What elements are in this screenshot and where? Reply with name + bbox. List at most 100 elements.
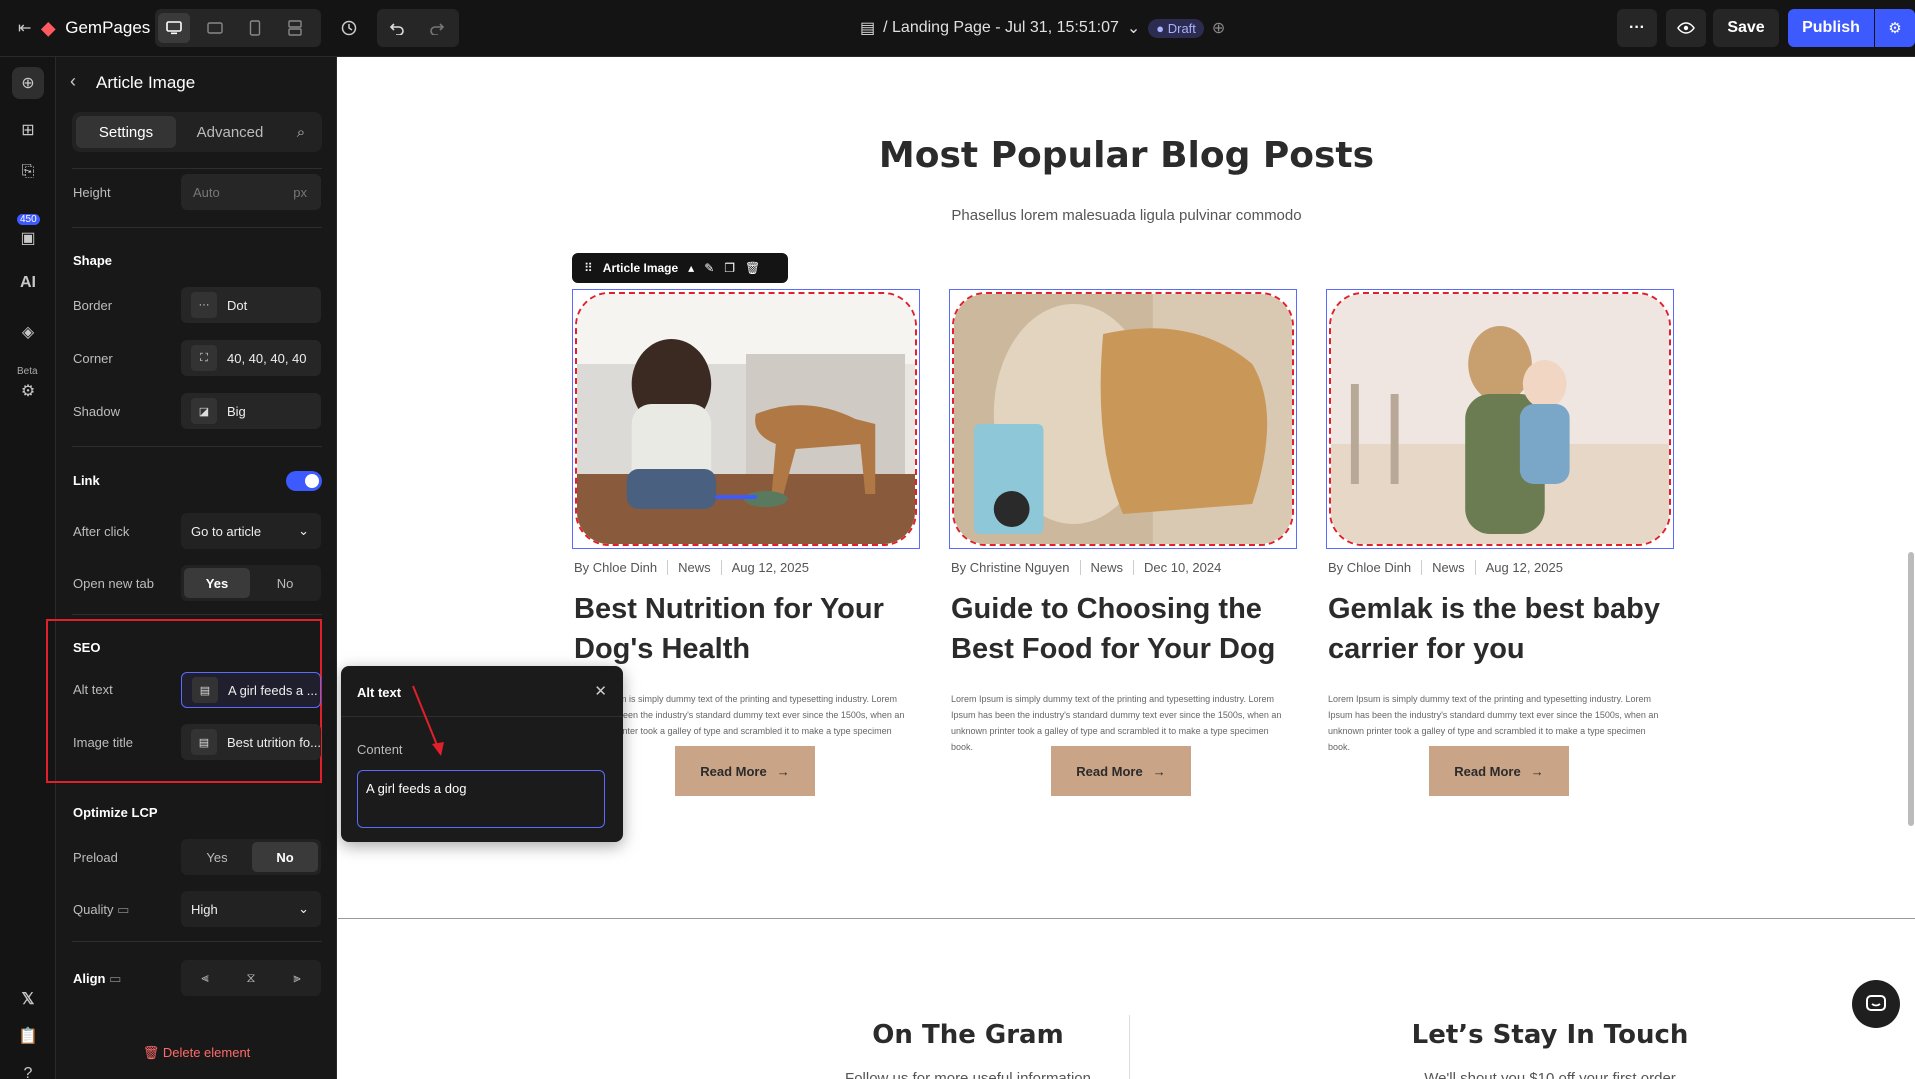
read-more-button[interactable]: Read More → <box>1051 746 1191 796</box>
preload-yes-button[interactable]: Yes <box>184 842 250 872</box>
new-tab-no-button[interactable]: No <box>252 568 318 598</box>
layers-icon[interactable]: ◈ <box>12 316 44 348</box>
preview-eye-icon[interactable] <box>1666 9 1706 47</box>
selected-element-label: Article Image <box>602 261 679 275</box>
post-category[interactable]: News <box>1079 560 1134 575</box>
save-button[interactable]: Save <box>1713 9 1779 47</box>
blog-card: By Chloe Dinh News Aug 12, 2025 Gemlak i… <box>1326 289 1674 796</box>
article-image-selected[interactable] <box>572 289 920 549</box>
preload-segmented: Yes No <box>181 839 321 875</box>
tab-settings[interactable]: Settings <box>76 116 176 148</box>
read-more-label: Read More <box>1454 763 1521 779</box>
text-content-icon: ▤ <box>192 677 218 703</box>
border-select[interactable]: ··· Dot <box>181 287 321 323</box>
height-unit: px <box>293 184 307 200</box>
theme-icon[interactable]: ⚙ <box>12 375 44 407</box>
resize-handle[interactable] <box>715 495 757 499</box>
layout-icon[interactable] <box>279 13 311 43</box>
exit-icon[interactable]: ⇤ <box>18 18 31 38</box>
settings-panel: ‹ Article Image Settings Advanced ⌕ Heig… <box>46 57 337 1079</box>
quality-label-text: Quality <box>73 902 114 917</box>
new-tab-yes-button[interactable]: Yes <box>184 568 250 598</box>
undo-icon[interactable] <box>381 13 413 43</box>
post-category[interactable]: News <box>667 560 721 575</box>
stay-in-touch-title: Let’s Stay In Touch <box>1411 1020 1689 1050</box>
post-category[interactable]: News <box>1421 560 1475 575</box>
search-icon[interactable]: ⌕ <box>284 116 318 148</box>
section-subheading: Phasellus lorem malesuada ligula pulvina… <box>951 207 1302 224</box>
drag-handle-icon[interactable]: ⠿ <box>584 261 593 275</box>
article-image-frame[interactable] <box>949 289 1297 549</box>
quality-select[interactable]: High ⌄ <box>181 891 321 927</box>
on-the-gram-title: On The Gram <box>872 1020 1064 1050</box>
desktop-icon[interactable] <box>158 13 190 43</box>
chevron-down-icon: ⌄ <box>298 901 309 916</box>
back-chevron-icon[interactable]: ‹ <box>70 71 76 92</box>
dotted-line-icon: ··· <box>191 292 217 318</box>
globe-icon[interactable]: ⊕ <box>1212 18 1225 38</box>
align-segmented: ⫷ ⧖ ⫸ <box>181 960 321 996</box>
brand[interactable]: ⇤ ◆ GemPages 7 <box>18 14 164 42</box>
redo-icon[interactable] <box>421 13 453 43</box>
history-icon[interactable] <box>335 14 363 42</box>
add-element-icon[interactable]: ⊕ <box>12 67 44 99</box>
optimize-lcp-title: Optimize LCP <box>73 805 158 820</box>
after-click-select[interactable]: Go to article ⌄ <box>181 513 321 549</box>
elements-grid-icon[interactable]: ⊞ <box>12 114 44 146</box>
duplicate-icon[interactable]: ❐ <box>724 261 735 275</box>
page-title-selector[interactable]: ▤ / Landing Page - Jul 31, 15:51:07 ⌄ ● … <box>860 14 1225 42</box>
section-heading: Most Popular Blog Posts <box>878 135 1375 176</box>
sections-icon[interactable]: ▣ <box>12 222 44 254</box>
publish-button[interactable]: Publish <box>1788 9 1874 47</box>
page-canvas: Most Popular Blog Posts Phasellus lorem … <box>338 57 1915 1079</box>
more-options-icon[interactable]: ··· <box>1617 9 1657 47</box>
pages-icon[interactable]: ⎘ <box>12 156 44 188</box>
post-author: By Christine Nguyen <box>951 560 1070 575</box>
shadow-select[interactable]: ◪ Big <box>181 393 321 429</box>
clipboard-icon[interactable]: 📋 <box>12 1020 44 1052</box>
caret-up-icon[interactable]: ▴ <box>688 261 694 275</box>
blog-card: By Chloe Dinh News Aug 12, 2025 Best Nut… <box>572 289 920 796</box>
tab-advanced[interactable]: Advanced <box>180 116 280 148</box>
tablet-landscape-icon[interactable] <box>199 13 231 43</box>
trash-icon[interactable]: 🗑 <box>745 261 760 275</box>
border-label: Border <box>73 298 113 313</box>
post-title[interactable]: Best Nutrition for Your Dog's Health <box>574 589 914 669</box>
delete-element-button[interactable]: 🗑 Delete element <box>56 1045 337 1061</box>
close-icon[interactable]: ✕ <box>594 682 607 700</box>
divider <box>72 614 322 615</box>
post-title[interactable]: Gemlak is the best baby carrier for you <box>1328 589 1668 669</box>
image-title-field[interactable]: ▤ Best utrition fo... <box>181 724 321 760</box>
mobile-icon[interactable] <box>239 13 271 43</box>
post-title[interactable]: Guide to Choosing the Best Food for Your… <box>951 589 1291 669</box>
ai-icon[interactable]: AI <box>12 267 44 299</box>
read-more-button[interactable]: Read More → <box>675 746 815 796</box>
chevron-down-icon: ⌄ <box>298 523 309 538</box>
chat-icon[interactable] <box>1852 980 1900 1028</box>
align-right-icon[interactable]: ⫸ <box>275 963 319 993</box>
ai-edit-icon[interactable]: ✎ <box>704 261 714 275</box>
corner-input[interactable]: ⛶ 40, 40, 40, 40 <box>181 340 321 376</box>
help-icon[interactable]: ? <box>12 1058 44 1079</box>
read-more-button[interactable]: Read More → <box>1429 746 1569 796</box>
seo-section-title: SEO <box>73 640 101 655</box>
shadow-label: Shadow <box>73 404 120 419</box>
corner-radius-icon: ⛶ <box>191 345 217 371</box>
article-image <box>575 292 917 546</box>
align-left-icon[interactable]: ⫷ <box>183 963 227 993</box>
element-toolbar[interactable]: ⠿ Article Image ▴ ✎ ❐ 🗑 <box>572 253 788 283</box>
alt-text-field[interactable]: ▤ A girl feeds a ... <box>181 672 321 708</box>
divider <box>72 168 322 169</box>
link-toggle[interactable] <box>286 471 322 491</box>
post-date: Aug 12, 2025 <box>1474 560 1573 575</box>
alt-text-textarea[interactable]: A girl feeds a dog <box>357 770 605 828</box>
preload-no-button[interactable]: No <box>252 842 318 872</box>
height-input[interactable]: Auto px <box>181 174 321 210</box>
article-image-frame[interactable] <box>1326 289 1674 549</box>
scrollbar[interactable] <box>1908 552 1914 826</box>
image-title-label: Image title <box>73 735 133 750</box>
x-icon[interactable]: 𝕏 <box>12 983 44 1015</box>
publish-settings-gear-icon[interactable]: ⚙ <box>1875 9 1915 47</box>
align-center-icon[interactable]: ⧖ <box>229 963 273 993</box>
post-date: Dec 10, 2024 <box>1133 560 1231 575</box>
